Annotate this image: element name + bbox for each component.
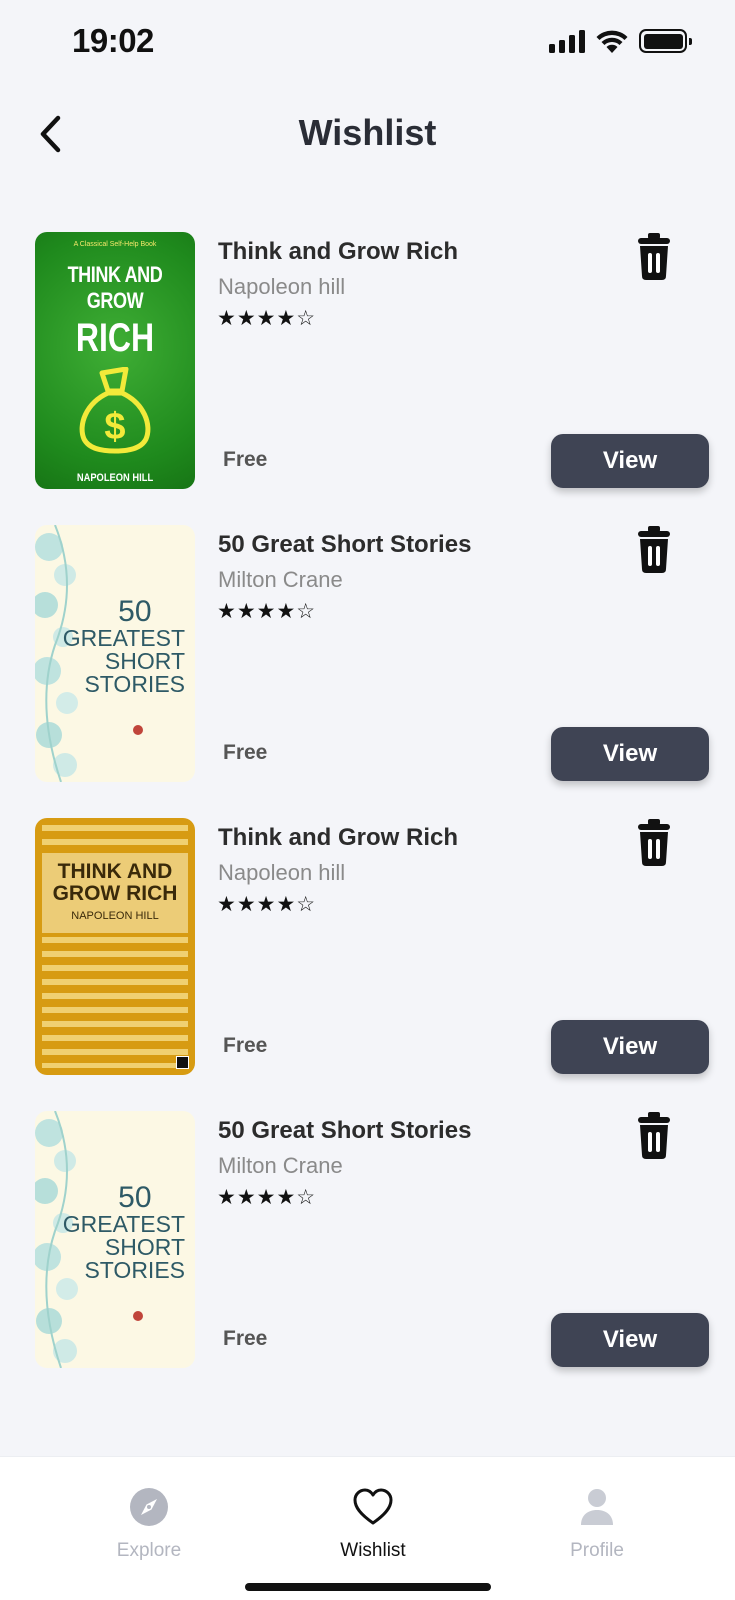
publisher-logo — [133, 1311, 143, 1321]
book-title[interactable]: Think and Grow Rich — [218, 824, 458, 852]
delete-button[interactable] — [632, 525, 676, 575]
cover-author: NAPOLEON HILL — [76, 472, 154, 484]
view-button[interactable]: View — [551, 1313, 709, 1367]
tab-label: Profile — [570, 1540, 624, 1561]
wifi-icon — [596, 30, 628, 53]
tab-label: Explore — [116, 1540, 182, 1561]
publisher-logo — [176, 1056, 189, 1069]
book-author: Milton Crane — [218, 1153, 343, 1178]
cover-title: THINK AND GROW RICH NAPOLEON HILL — [42, 853, 188, 933]
book-cover[interactable]: 50 GREATEST SHORT STORIES — [35, 1111, 195, 1368]
header: Wishlist — [0, 100, 735, 170]
rating-stars: ★★★★☆ — [217, 600, 317, 623]
page-title: Wishlist — [298, 112, 437, 153]
delete-button[interactable] — [632, 818, 676, 868]
person-icon — [581, 1489, 613, 1525]
book-title[interactable]: 50 Great Short Stories — [218, 531, 471, 559]
money-bag-icon: $ — [79, 366, 151, 454]
view-button[interactable]: View — [551, 727, 709, 781]
tab-profile[interactable]: Profile — [537, 1487, 657, 1562]
book-title[interactable]: Think and Grow Rich — [218, 238, 458, 266]
book-price: Free — [223, 1034, 268, 1057]
heart-icon — [353, 1488, 393, 1525]
rating-stars: ★★★★☆ — [217, 1186, 317, 1209]
wishlist-item: THINK AND GROW RICH NAPOLEON HILL Think … — [0, 818, 735, 1111]
delete-button[interactable] — [632, 232, 676, 282]
cover-title: 50 GREATEST SHORT STORIES — [62, 1181, 185, 1283]
signal-icon — [549, 29, 585, 53]
wishlist-item: A Classical Self-Help Book THINK AND GRO… — [0, 232, 735, 525]
tab-bar: Explore Wishlist Profile — [0, 1456, 735, 1600]
trash-icon — [638, 233, 670, 280]
rating-stars: ★★★★☆ — [217, 307, 317, 330]
delete-button[interactable] — [632, 1111, 676, 1161]
publisher-logo — [133, 725, 143, 735]
battery-icon — [639, 29, 692, 53]
home-indicator — [245, 1583, 491, 1591]
book-cover[interactable]: A Classical Self-Help Book THINK AND GRO… — [35, 232, 195, 489]
trash-icon — [638, 1112, 670, 1159]
wishlist-item: 50 GREATEST SHORT STORIES 50 Great Short… — [0, 1111, 735, 1404]
cover-tagline: A Classical Self-Help Book — [73, 241, 157, 248]
book-price: Free — [223, 448, 268, 471]
status-icons — [549, 28, 692, 54]
wishlist-item: 50 GREATEST SHORT STORIES 50 Great Short… — [0, 525, 735, 818]
book-price: Free — [223, 741, 268, 764]
wishlist: A Classical Self-Help Book THINK AND GRO… — [0, 232, 735, 1404]
book-title[interactable]: 50 Great Short Stories — [218, 1117, 471, 1145]
book-author: Milton Crane — [218, 567, 343, 592]
svg-text:$: $ — [104, 406, 125, 448]
book-author: Napoleon hill — [218, 274, 346, 299]
cover-title-line: THINK AND GROW — [67, 262, 163, 313]
book-author: Napoleon hill — [218, 860, 346, 885]
book-price: Free — [223, 1327, 268, 1350]
cover-title-line: RICH — [75, 316, 155, 360]
rating-stars: ★★★★☆ — [217, 893, 317, 916]
trash-icon — [638, 819, 670, 866]
book-cover[interactable]: THINK AND GROW RICH NAPOLEON HILL — [35, 818, 195, 1075]
book-cover[interactable]: 50 GREATEST SHORT STORIES — [35, 525, 195, 782]
tab-label: Wishlist — [340, 1540, 406, 1561]
status-time: 19:02 — [72, 22, 154, 59]
cover-title: 50 GREATEST SHORT STORIES — [62, 595, 185, 697]
tab-explore[interactable]: Explore — [89, 1487, 209, 1562]
trash-icon — [638, 526, 670, 573]
status-bar: 19:02 — [0, 0, 735, 90]
tab-wishlist[interactable]: Wishlist — [313, 1487, 433, 1562]
view-button[interactable]: View — [551, 434, 709, 488]
compass-icon — [130, 1488, 168, 1526]
view-button[interactable]: View — [551, 1020, 709, 1074]
